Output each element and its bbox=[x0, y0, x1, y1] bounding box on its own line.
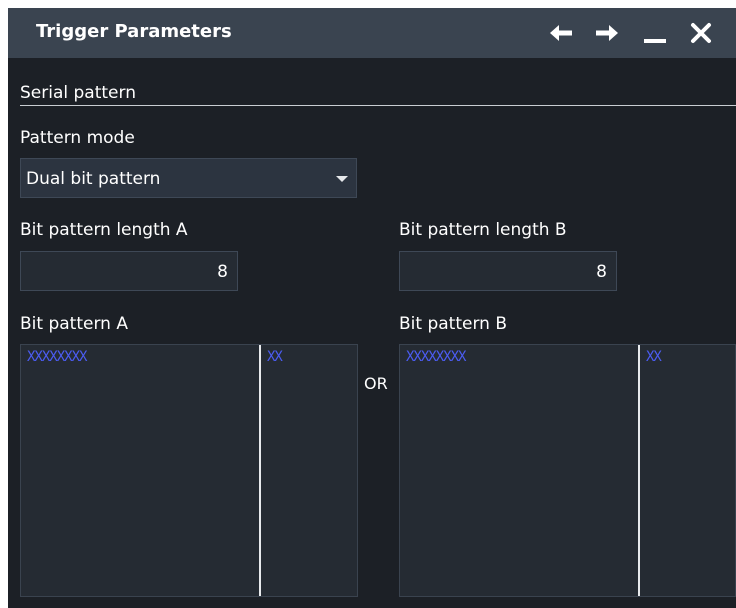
bit-pattern-a-extra-bits: XX bbox=[267, 349, 283, 365]
bit-pattern-b-label: Bit pattern B bbox=[399, 314, 507, 334]
trigger-parameters-window: Trigger Parameters Serial pattern Patter… bbox=[8, 8, 736, 608]
bit-pattern-length-a-label: Bit pattern length A bbox=[20, 220, 188, 240]
bit-pattern-a-label: Bit pattern A bbox=[20, 314, 128, 334]
or-label: OR bbox=[364, 374, 388, 393]
bit-pattern-a-bits: XXXXXXXX bbox=[27, 349, 87, 365]
chevron-down-icon bbox=[336, 176, 348, 182]
bit-pattern-b-bits: XXXXXXXX bbox=[406, 349, 466, 365]
pattern-mode-dropdown[interactable]: Dual bit pattern bbox=[20, 158, 357, 198]
bit-pattern-b-editor[interactable]: XXXXXXXX XX bbox=[399, 344, 736, 597]
bit-pattern-length-b-label: Bit pattern length B bbox=[399, 220, 567, 240]
window-title: Trigger Parameters bbox=[36, 21, 232, 42]
bit-pattern-length-b-value: 8 bbox=[596, 262, 607, 282]
bit-pattern-b-extra-bits: XX bbox=[646, 349, 662, 365]
pattern-mode-value: Dual bit pattern bbox=[26, 169, 161, 189]
pattern-mode-label: Pattern mode bbox=[20, 128, 135, 148]
minimize-icon[interactable] bbox=[642, 21, 668, 45]
close-icon[interactable] bbox=[688, 21, 714, 45]
bit-pattern-b-separator bbox=[638, 345, 640, 596]
bit-pattern-length-b-field[interactable]: 8 bbox=[399, 251, 617, 291]
title-bar[interactable]: Trigger Parameters bbox=[8, 8, 736, 58]
bit-pattern-length-a-field[interactable]: 8 bbox=[20, 251, 238, 291]
arrow-left-icon[interactable] bbox=[548, 21, 574, 45]
section-title: Serial pattern bbox=[20, 83, 136, 103]
bit-pattern-a-separator bbox=[259, 345, 261, 596]
section-divider bbox=[20, 105, 736, 106]
arrow-right-icon[interactable] bbox=[594, 21, 620, 45]
bit-pattern-length-a-value: 8 bbox=[217, 262, 228, 282]
bit-pattern-a-editor[interactable]: XXXXXXXX XX bbox=[20, 344, 358, 597]
